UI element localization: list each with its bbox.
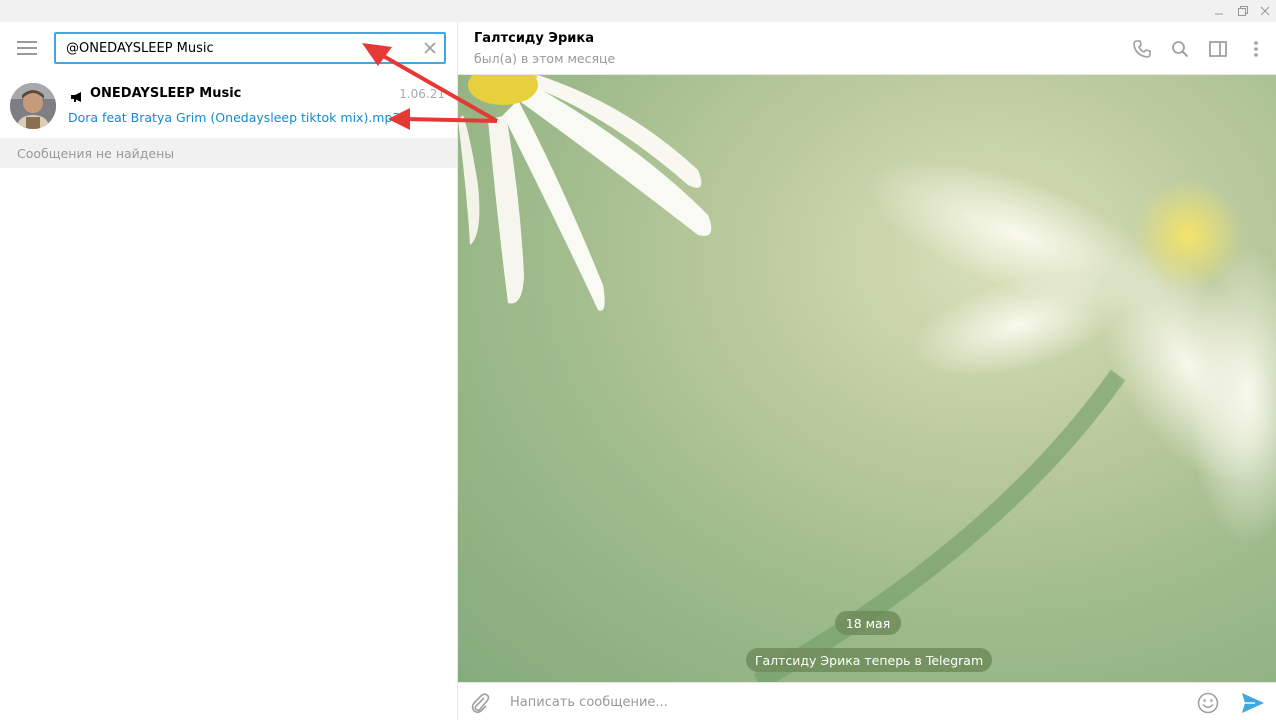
hamburger-icon[interactable] xyxy=(12,37,42,59)
phone-icon[interactable] xyxy=(1130,37,1154,61)
result-message-preview: Dora feat Bratya Grim (Onedaysleep tikto… xyxy=(68,110,401,125)
search-result-row[interactable]: ONEDAYSLEEP Music 1.06.21 Dora feat Brat… xyxy=(0,78,457,136)
close-icon[interactable] xyxy=(422,40,438,56)
more-vertical-icon[interactable] xyxy=(1244,37,1268,61)
minimize-icon[interactable] xyxy=(1206,0,1232,22)
sidebar-toggle-icon[interactable] xyxy=(1206,37,1230,61)
message-composer xyxy=(458,682,1276,720)
chat-status: был(а) в этом месяце xyxy=(474,51,616,66)
search-icon[interactable] xyxy=(1168,37,1192,61)
search-input[interactable] xyxy=(66,34,406,62)
search-box xyxy=(54,32,446,64)
paperclip-icon[interactable] xyxy=(468,691,492,715)
window-title-bar xyxy=(0,0,1276,22)
close-icon[interactable] xyxy=(1252,0,1276,22)
chat-header: Галтсиду Эрика был(а) в этом месяце xyxy=(458,22,1276,75)
no-messages-found-label: Сообщения не найдены xyxy=(17,146,175,161)
megaphone-icon xyxy=(70,88,84,102)
result-channel-name: ONEDAYSLEEP Music xyxy=(90,86,242,101)
service-message: Галтсиду Эрика теперь в Telegram xyxy=(746,648,992,672)
chat-background: 18 мая Галтсиду Эрика теперь в Telegram xyxy=(458,75,1276,682)
chat-list-panel: ONEDAYSLEEP Music 1.06.21 Dora feat Brat… xyxy=(0,22,457,720)
send-icon[interactable] xyxy=(1240,691,1266,715)
result-date: 1.06.21 xyxy=(399,87,445,101)
date-badge: 18 мая xyxy=(835,611,901,635)
message-input[interactable] xyxy=(510,689,1130,715)
chamomile-wallpaper xyxy=(458,75,1276,682)
chat-title[interactable]: Галтсиду Эрика xyxy=(474,31,594,46)
emoji-icon[interactable] xyxy=(1196,691,1220,715)
no-messages-found-bar: Сообщения не найдены xyxy=(0,138,457,168)
avatar xyxy=(10,83,56,129)
